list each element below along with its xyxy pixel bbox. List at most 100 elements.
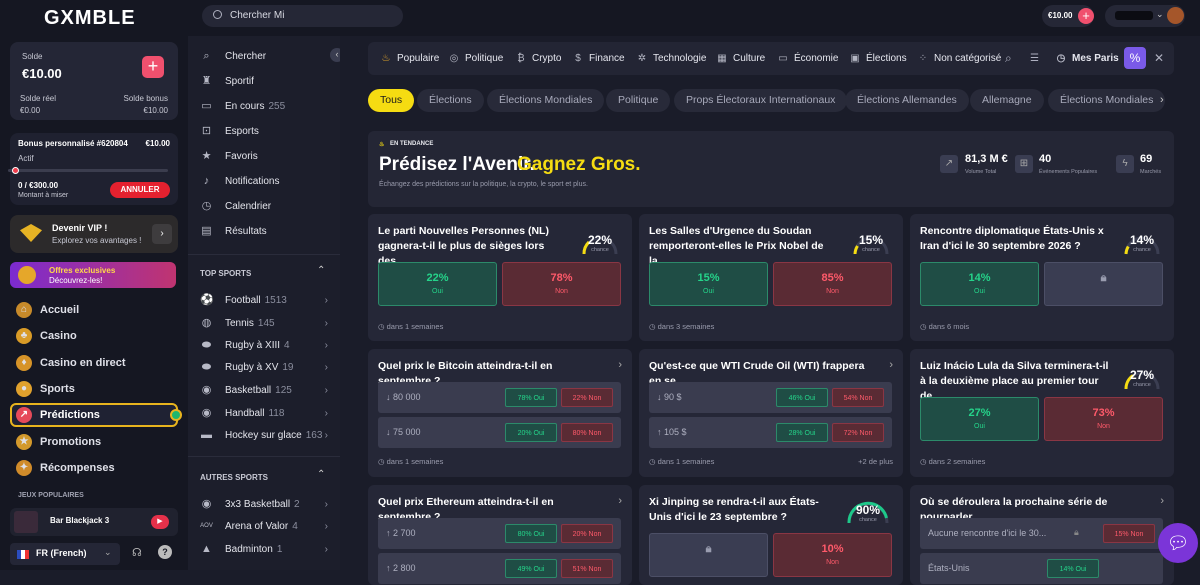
ss-calendar[interactable]: ◷ Calendrier	[200, 198, 328, 216]
chips-next-icon[interactable]: ›	[1160, 94, 1164, 106]
chevron-right-icon: ›	[618, 359, 622, 371]
cat-technology[interactable]: ✲ Technologie	[636, 42, 707, 75]
ss-notifications[interactable]: ♪ Notifications	[200, 173, 328, 191]
nav-promotions[interactable]: ★ Promotions	[16, 431, 101, 453]
prediction-card[interactable]: Quel prix Ethereum atteindra-t-il en sep…	[368, 485, 632, 585]
offers-banner[interactable]: Offres exclusives Découvrez-les!	[10, 262, 176, 288]
more-outcomes-link[interactable]: +2 de plus	[858, 457, 893, 466]
ss-live[interactable]: ▭ En cours 255	[200, 98, 328, 116]
filter-icon[interactable]: ☰	[1030, 42, 1039, 75]
chip-world-elections-2[interactable]: Élections Mondiales	[1048, 89, 1166, 112]
outcome-no-button[interactable]: 22% Non	[561, 388, 613, 407]
language-selector[interactable]: FR (French) ⌄	[10, 543, 120, 565]
yes-button[interactable]: 27% Oui	[920, 397, 1039, 441]
outcome-no-button[interactable]: 72% Non	[832, 423, 884, 442]
logo[interactable]: GXMBLE	[44, 7, 136, 30]
nav-sports[interactable]: ● Sports	[16, 378, 75, 400]
nav-casino[interactable]: ♣ Casino	[16, 325, 77, 347]
no-button[interactable]: 78% Non	[502, 262, 621, 306]
search-icon[interactable]: ⌕	[1005, 42, 1012, 75]
nav-live-casino[interactable]: ♦ Casino en direct	[16, 352, 126, 374]
chip-german-elections[interactable]: Élections Allemandes	[845, 89, 969, 112]
help-icon[interactable]: ?	[158, 545, 172, 559]
cat-finance[interactable]: $ Finance	[572, 42, 624, 75]
vip-banner[interactable]: Devenir VIP ! Explorez vos avantages ! ›	[10, 215, 178, 253]
chip-all[interactable]: Tous	[368, 89, 415, 112]
search-input[interactable]: Chercher Mi	[202, 5, 403, 27]
popular-game-item[interactable]: Bar Blackjack 3 ▶	[10, 508, 178, 536]
prediction-card[interactable]: Luiz Inácio Lula da Silva terminera-t-il…	[910, 349, 1174, 477]
outcome-yes-button[interactable]: 28% Oui	[776, 423, 828, 442]
cat-politics[interactable]: ◎ Politique	[448, 42, 504, 75]
sport-tennis[interactable]: ◍ Tennis 145 ›	[200, 315, 328, 333]
prediction-card[interactable]: Quel prix le Bitcoin atteindra-t-il en s…	[368, 349, 632, 477]
outcome-yes-button[interactable]: 49% Oui	[505, 559, 557, 578]
sport-handball[interactable]: ◉ Handball 118 ›	[200, 405, 328, 423]
outcome-no-button[interactable]: 15% Non	[1103, 524, 1155, 543]
headset-icon[interactable]: ☊	[132, 546, 142, 559]
prediction-card[interactable]: Qu'est-ce que WTI Crude Oil (WTI) frappe…	[639, 349, 903, 477]
chip-world-elections[interactable]: Élections Mondiales	[487, 89, 605, 112]
user-menu[interactable]: ⌄	[1105, 5, 1185, 27]
cat-culture[interactable]: ▦ Culture	[716, 42, 765, 75]
ss-search[interactable]: ⌕ Chercher	[200, 48, 328, 66]
ss-sport[interactable]: ♜ Sportif	[200, 73, 328, 91]
sport-rugby-xv[interactable]: ⬬ Rugby à XV 19 ›	[200, 359, 328, 377]
play-icon[interactable]: ▶	[151, 515, 169, 529]
nav-predictions[interactable]: ↗ Prédictions	[16, 404, 100, 426]
no-button[interactable]: 85% Non	[773, 262, 892, 306]
collapse-other-sports-icon[interactable]: ⌃	[317, 469, 325, 480]
header-deposit-button[interactable]: +	[1078, 8, 1094, 24]
no-button[interactable]: 73% Non	[1044, 397, 1163, 441]
percent-toggle-icon[interactable]: %	[1124, 47, 1146, 69]
cat-crypto[interactable]: ₿ Crypto	[515, 42, 561, 75]
cat-uncategorized[interactable]: ⁘ Non catégorisé	[917, 42, 1001, 75]
chat-support-icon[interactable]: 💬︎	[1158, 523, 1198, 563]
yes-button[interactable]: 15% Oui	[649, 262, 768, 306]
sport-3x3-basketball[interactable]: ◉ 3x3 Basketball 2 ›	[200, 496, 328, 514]
cancel-bonus-button[interactable]: ANNULER	[110, 182, 170, 198]
sport-badminton[interactable]: ▲ Badminton 1 ›	[200, 541, 328, 559]
collapse-top-sports-icon[interactable]: ⌃	[317, 265, 325, 276]
outcome-no-button[interactable]: 20% Non	[561, 524, 613, 543]
chip-politics[interactable]: Politique	[606, 89, 671, 112]
yes-button[interactable]: 22% Oui	[378, 262, 497, 306]
chip-intl-props[interactable]: Props Électoraux Internationaux	[674, 89, 848, 112]
prediction-card[interactable]: Rencontre diplomatique États-Unis x Iran…	[910, 214, 1174, 341]
prediction-card[interactable]: Xi Jinping se rendra-t-il aux États-Unis…	[639, 485, 903, 585]
chevron-right-icon[interactable]: ›	[152, 224, 172, 244]
ss-esports[interactable]: ⊡ Esports	[200, 123, 328, 141]
nav-home[interactable]: ⌂ Accueil	[16, 299, 79, 321]
yes-button[interactable]: 14% Oui	[920, 262, 1039, 306]
chip-elections[interactable]: Élections	[417, 89, 484, 112]
outcome-no-button[interactable]: 80% Non	[561, 423, 613, 442]
deposit-button[interactable]: +	[142, 56, 164, 78]
cat-elections[interactable]: ▣ Élections	[849, 42, 906, 75]
bonus-progress-label: Montant à miser	[18, 192, 69, 199]
sport-football[interactable]: ⚽ Football 1513 ›	[200, 292, 328, 310]
prediction-card[interactable]: Le parti Nouvelles Personnes (NL) gagner…	[368, 214, 632, 341]
outcome-yes-button[interactable]: 78% Oui	[505, 388, 557, 407]
ss-results[interactable]: ▤ Résultats	[200, 223, 328, 241]
nav-rewards[interactable]: ✦ Récompenses	[16, 457, 115, 479]
outcome-yes-button[interactable]: 80% Oui	[505, 524, 557, 543]
prediction-card[interactable]: Où se déroulera la prochaine série de po…	[910, 485, 1174, 585]
outcome-yes-button[interactable]: 14% Oui	[1047, 559, 1099, 578]
sport-basketball[interactable]: ◉ Basketball 125 ›	[200, 382, 328, 400]
ss-favorites[interactable]: ★ Favoris	[200, 148, 328, 166]
bonus-amount: €10.00	[145, 139, 170, 148]
my-bets[interactable]: ◷ Mes Paris	[1055, 42, 1119, 75]
sport-rugby-xiii[interactable]: ⬬ Rugby à XIII 4 ›	[200, 337, 328, 355]
outcome-no-button[interactable]: 54% Non	[832, 388, 884, 407]
prediction-card[interactable]: Les Salles d'Urgence du Soudan remporter…	[639, 214, 903, 341]
outcome-yes-button[interactable]: 20% Oui	[505, 423, 557, 442]
chip-germany[interactable]: Allemagne	[970, 89, 1044, 112]
cat-economy[interactable]: ▭ Économie	[777, 42, 838, 75]
no-button[interactable]: 10% Non	[773, 533, 892, 577]
outcome-no-button[interactable]: 51% Non	[561, 559, 613, 578]
sport-arena-of-valor[interactable]: AOV Arena of Valor 4 ›	[200, 518, 328, 536]
close-icon[interactable]: ✕	[1154, 42, 1164, 75]
sport-ice-hockey[interactable]: ▬ Hockey sur glace 163 ›	[200, 427, 328, 445]
cat-popular[interactable]: ♨ Populaire	[380, 42, 440, 75]
outcome-yes-button[interactable]: 46% Oui	[776, 388, 828, 407]
